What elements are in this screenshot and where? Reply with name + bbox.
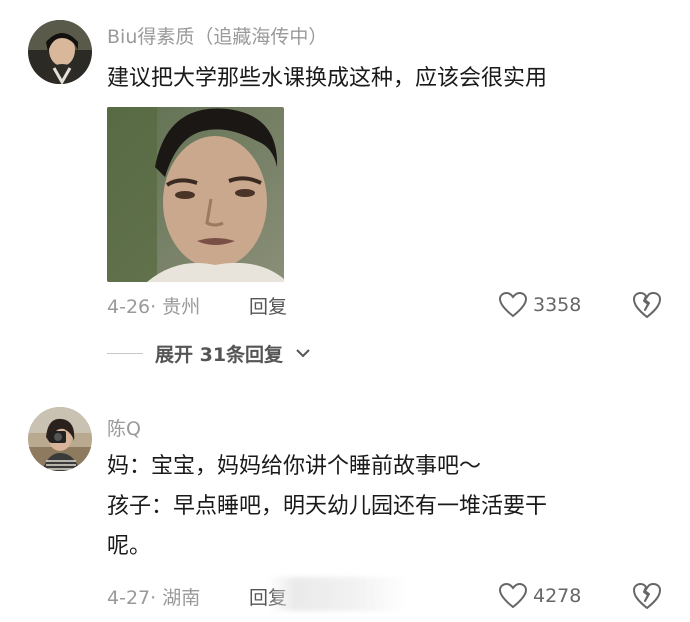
- watermark-blur: [268, 577, 408, 611]
- expand-replies-button[interactable]: 展开 31条回复: [107, 338, 311, 368]
- reply-button[interactable]: 回复: [249, 292, 287, 319]
- comment-text: 妈：宝宝，妈妈给你讲个睡前故事吧～ 孩子：早点睡吧，明天幼儿园还有一堆活要干 呢…: [107, 447, 547, 567]
- comment-username[interactable]: 陈Q: [107, 414, 141, 441]
- like-button[interactable]: 4278: [499, 581, 581, 611]
- comment-text-line: 妈：宝宝，妈妈给你讲个睡前故事吧～: [107, 454, 482, 479]
- heart-outline-icon: [499, 292, 527, 318]
- chevron-down-icon: [296, 349, 310, 358]
- comment-text-line: 孩子：早点睡吧，明天幼儿园还有一堆活要干: [107, 494, 548, 519]
- broken-heart-icon: [633, 583, 661, 609]
- comment-username[interactable]: Biu得素质（追藏海传中）: [107, 22, 327, 49]
- avatar[interactable]: [28, 20, 92, 84]
- comment-item: 陈Q 妈：宝宝，妈妈给你讲个睡前故事吧～ 孩子：早点睡吧，明天幼儿园还有一堆活要…: [0, 395, 690, 622]
- heart-outline-icon: [499, 583, 527, 609]
- comment-date: 4-26· 贵州: [107, 296, 201, 318]
- comment-text-line: 呢。: [107, 534, 152, 559]
- comment-item: Biu得素质（追藏海传中） 建议把大学那些水课换成这种，应该会很实用 4-26·…: [0, 0, 690, 380]
- comment-image[interactable]: [107, 107, 284, 282]
- comment-date: 4-27· 湖南: [107, 587, 201, 609]
- comment-text: 建议把大学那些水课换成这种，应该会很实用: [107, 66, 548, 91]
- broken-heart-icon: [633, 292, 661, 318]
- like-count: 4278: [533, 585, 582, 607]
- divider-line: [107, 352, 143, 354]
- like-count: 3358: [533, 294, 582, 316]
- dislike-button[interactable]: [632, 290, 662, 320]
- dislike-button[interactable]: [632, 581, 662, 611]
- like-button[interactable]: 3358: [499, 290, 581, 320]
- comment-meta: 4-26· 贵州 回复 3358: [107, 288, 690, 320]
- expand-replies-label: 展开 31条回复: [155, 343, 284, 366]
- avatar[interactable]: [28, 407, 92, 471]
- comment-section: Biu得素质（追藏海传中） 建议把大学那些水课换成这种，应该会很实用 4-26·…: [0, 0, 690, 622]
